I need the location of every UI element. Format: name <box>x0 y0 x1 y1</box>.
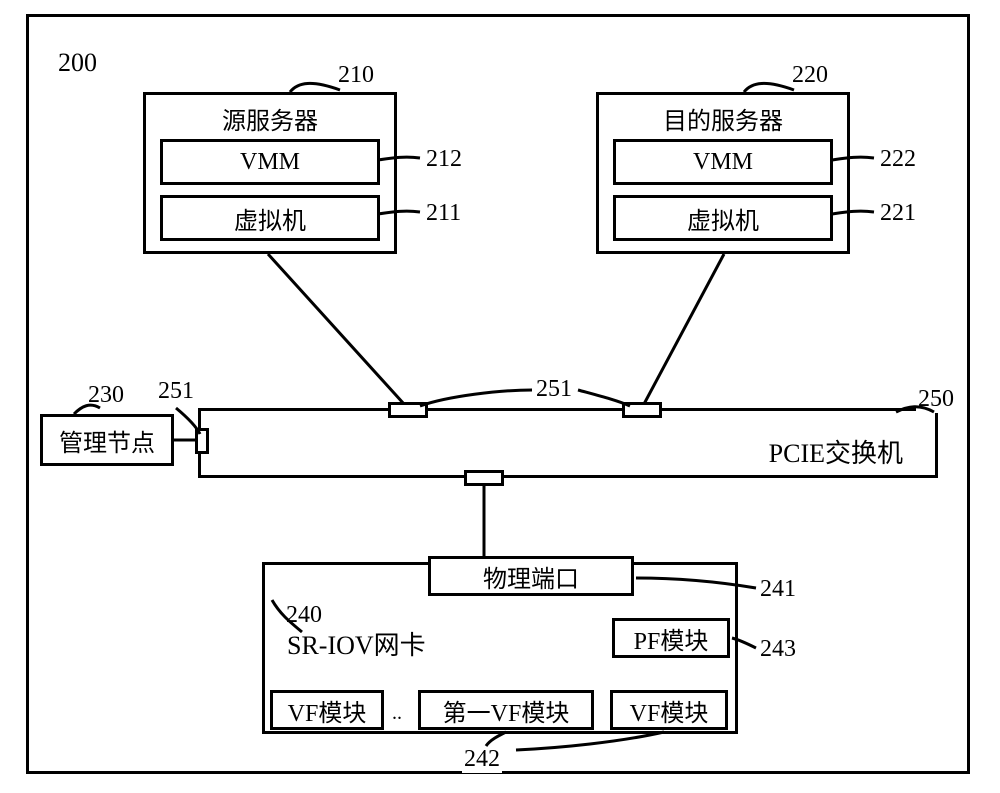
nic-phys-port-label: 物理端口 <box>483 559 579 594</box>
nic-pf-label: PF模块 <box>634 621 709 656</box>
pcie-port-ref-2: 251 <box>156 378 196 405</box>
pcie-switch-box: PCIE交换机 <box>198 408 938 478</box>
nic-ref: 240 <box>284 602 324 629</box>
nic-vf-right: VF模块 <box>610 690 728 730</box>
dest-server-box: 目的服务器 VMM 虚拟机 <box>596 92 850 254</box>
system-ref: 200 <box>56 48 99 78</box>
nic-vf-left-label: VF模块 <box>288 693 367 728</box>
source-server-ref: 210 <box>336 62 376 89</box>
mgmt-node-title: 管理节点 <box>59 423 155 458</box>
mgmt-node-ref: 230 <box>86 382 126 409</box>
nic-vf-ref: 242 <box>462 746 502 773</box>
nic-vf-right-label: VF模块 <box>630 693 709 728</box>
pcie-port-dest <box>622 402 662 418</box>
nic-vf-ellipsis: .. <box>390 702 404 725</box>
source-server-box: 源服务器 VMM 虚拟机 <box>143 92 397 254</box>
source-server-vm-ref: 211 <box>424 200 463 227</box>
source-server-vm-label: 虚拟机 <box>234 201 306 236</box>
pcie-port-src <box>388 402 428 418</box>
dest-server-vm: 虚拟机 <box>613 195 833 241</box>
nic-vf-left: VF模块 <box>270 690 384 730</box>
mgmt-node-box: 管理节点 <box>40 414 174 466</box>
source-server-vmm-ref: 212 <box>424 146 464 173</box>
source-server-vmm: VMM <box>160 139 380 185</box>
source-server-vm: 虚拟机 <box>160 195 380 241</box>
pcie-port-ref-1: 251 <box>534 376 574 403</box>
nic-phys-port: 物理端口 <box>428 556 634 596</box>
source-server-title: 源服务器 <box>146 101 394 136</box>
pcie-switch-title: PCIE交换机 <box>767 433 905 470</box>
diagram-canvas: 200 源服务器 VMM 虚拟机 210 212 211 目的服务器 VMM 虚… <box>0 0 1000 793</box>
source-server-vmm-label: VMM <box>240 149 300 176</box>
nic-phys-port-ref: 241 <box>758 576 798 603</box>
nic-pf-box: PF模块 <box>612 618 730 658</box>
nic-vf-mid-label: 第一VF模块 <box>443 693 570 728</box>
dest-server-vmm-ref: 222 <box>878 146 918 173</box>
dest-server-vmm: VMM <box>613 139 833 185</box>
pcie-port-nic <box>464 470 504 486</box>
pcie-port-left <box>195 428 209 454</box>
dest-server-title: 目的服务器 <box>599 101 847 136</box>
dest-server-vm-label: 虚拟机 <box>687 201 759 236</box>
dest-server-vm-ref: 221 <box>878 200 918 227</box>
nic-vf-mid: 第一VF模块 <box>418 690 594 730</box>
nic-pf-ref: 243 <box>758 636 798 663</box>
dest-server-vmm-label: VMM <box>693 149 753 176</box>
nic-title: SR-IOV网卡 <box>285 625 428 662</box>
pcie-switch-ref: 250 <box>916 386 956 413</box>
dest-server-ref: 220 <box>790 62 830 89</box>
